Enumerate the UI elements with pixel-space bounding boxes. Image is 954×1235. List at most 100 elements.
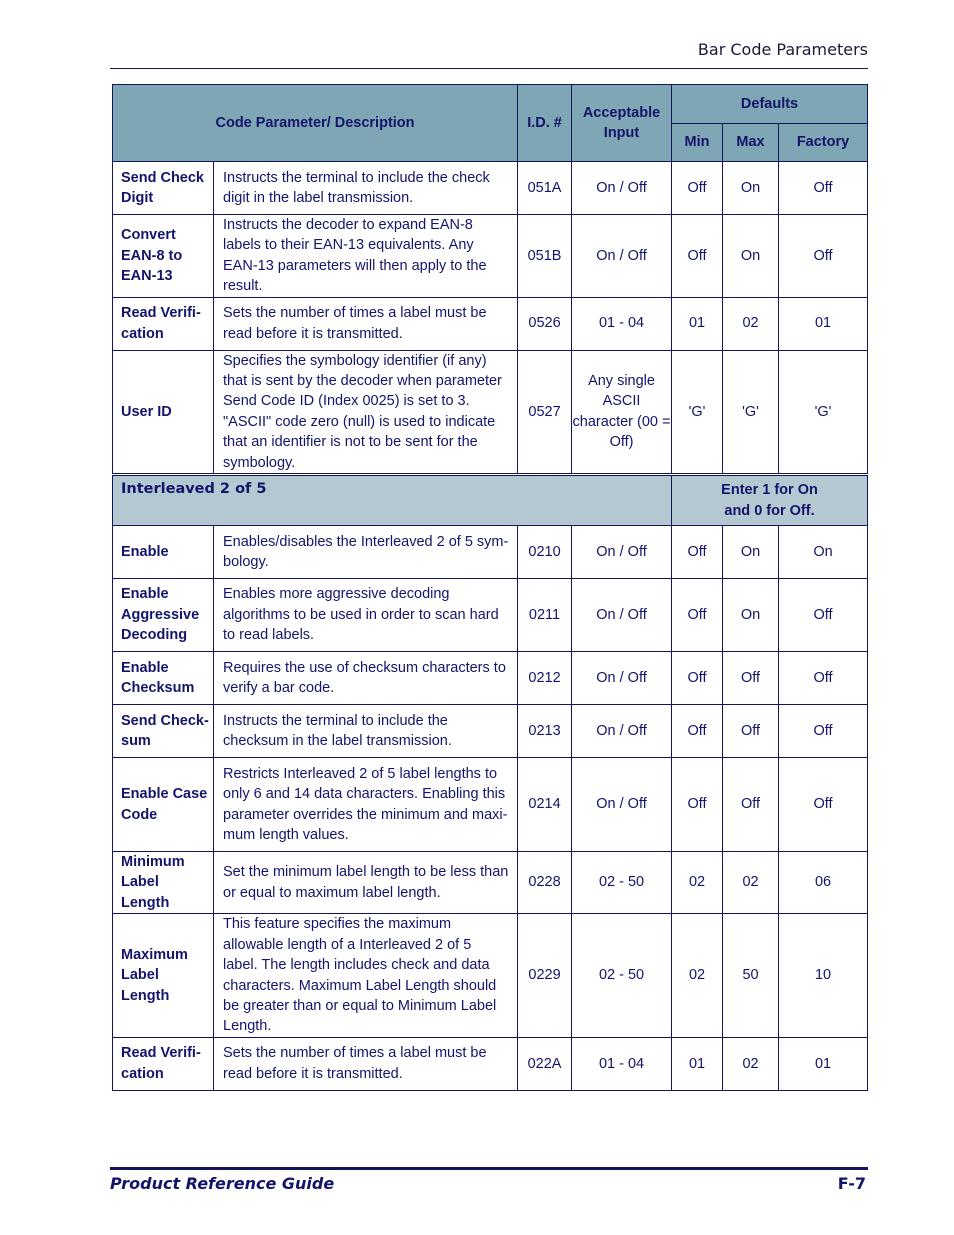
acceptable-input: 02 - 50 [571, 851, 673, 915]
acceptable-input: On / Off [571, 704, 673, 759]
default-max: Off [722, 704, 780, 759]
parameter-description: Specifies the symbology identifier (if a… [212, 349, 519, 476]
parameter-description: Set the minimum label length to be less … [212, 851, 519, 915]
parameter-id: 0211 [517, 578, 573, 653]
default-factory: Off [778, 214, 869, 298]
default-min: 02 [671, 913, 724, 1038]
parameter-name: Convert EAN-8 to EAN-13 [112, 214, 214, 298]
header-rule [110, 68, 868, 69]
default-factory: 'G' [778, 349, 869, 476]
table-row: Send Check-sum Instructs the terminal to … [112, 704, 869, 759]
default-min: 01 [671, 296, 724, 351]
default-factory: Off [778, 578, 869, 653]
default-min: 'G' [671, 349, 724, 476]
header-id: I.D. # [517, 84, 573, 162]
section-title: Interleaved 2 of 5 [111, 473, 673, 527]
default-factory: 06 [778, 851, 869, 915]
parameter-description: Sets the number of times a label must be… [212, 296, 519, 351]
default-min: Off [671, 651, 724, 706]
parameter-name: Enable Checksum [112, 651, 214, 706]
parameter-id: 0526 [517, 296, 573, 351]
default-max: 02 [722, 1036, 780, 1091]
parameter-id: 051A [517, 161, 573, 215]
table-row: Maximum Label Length This feature specifi… [112, 913, 869, 1038]
parameter-name: Read Verifi-cation [112, 296, 214, 351]
parameter-id: 0210 [517, 525, 573, 580]
default-max: 'G' [722, 349, 780, 476]
table-row: Enable Aggressive Decoding Enables more a… [112, 578, 869, 653]
parameter-id: 0527 [517, 349, 573, 476]
header-defaults: Defaults [671, 84, 869, 124]
default-max: 02 [722, 851, 780, 915]
default-factory: 01 [778, 296, 869, 351]
header-acceptable-input: Acceptable Input [571, 84, 673, 162]
parameter-name: Minimum Label Length [112, 851, 214, 915]
header-max: Max [722, 123, 780, 162]
default-factory: Off [778, 651, 869, 706]
default-factory: Off [778, 704, 869, 759]
table-row: Minimum Label Length Set the minimum labe… [112, 851, 869, 915]
table-row: Convert EAN-8 to EAN-13 Instructs the dec… [112, 214, 869, 298]
parameter-id: 0228 [517, 851, 573, 915]
default-max: On [722, 214, 780, 298]
table-row: Enable Enables/disables the Interleaved 2… [112, 525, 869, 580]
running-header-title: Bar Code Parameters [697, 40, 868, 59]
section-note: Enter 1 for On and 0 for Off. [671, 473, 869, 527]
default-min: 02 [671, 851, 724, 915]
header-factory: Factory [778, 123, 869, 162]
default-max: Off [722, 651, 780, 706]
acceptable-input: On / Off [571, 757, 673, 853]
acceptable-input: On / Off [571, 578, 673, 653]
parameter-name: Read Verifi-cation [112, 1036, 214, 1091]
default-min: Off [671, 161, 724, 215]
default-factory: Off [778, 161, 869, 215]
acceptable-input: 01 - 04 [571, 1036, 673, 1091]
parameter-id: 0214 [517, 757, 573, 853]
parameter-name: Maximum Label Length [112, 913, 214, 1038]
default-min: Off [671, 214, 724, 298]
acceptable-input: On / Off [571, 161, 673, 215]
acceptable-input: On / Off [571, 651, 673, 706]
parameter-name: User ID [112, 349, 214, 476]
default-min: Off [671, 578, 724, 653]
acceptable-input: On / Off [571, 214, 673, 298]
table-row: Enable Checksum Requires the use of check… [112, 651, 869, 706]
table-row: Enable Case Code Restricts Interleaved 2 … [112, 757, 869, 853]
default-max: 02 [722, 296, 780, 351]
table-row: User ID Specifies the symbology identifie… [112, 349, 869, 476]
default-min: Off [671, 704, 724, 759]
default-min: Off [671, 757, 724, 853]
acceptable-input: Any single ASCII character (00 = Off) [571, 349, 673, 476]
acceptable-input: 02 - 50 [571, 913, 673, 1038]
default-max: On [722, 578, 780, 653]
footer-rule [110, 1167, 868, 1170]
parameter-description: Instructs the terminal to include the ch… [212, 161, 519, 215]
footer-page-number: F-7 [837, 1174, 866, 1193]
header-min: Min [671, 123, 724, 162]
default-factory: Off [778, 757, 869, 853]
parameter-description: Requires the use of checksum characters … [212, 651, 519, 706]
footer-guide-title: Product Reference Guide [110, 1174, 335, 1193]
header-code-parameter: Code Parameter/ Description [111, 84, 519, 162]
parameter-description: Restricts Interleaved 2 of 5 label lengt… [212, 757, 519, 853]
acceptable-input: On / Off [571, 525, 673, 580]
parameter-name: Send Check-sum [112, 704, 214, 759]
parameter-description: Enables/disables the Interleaved 2 of 5 … [212, 525, 519, 580]
default-max: On [722, 525, 780, 580]
default-min: Off [671, 525, 724, 580]
parameter-description: Enables more aggressive decoding algorit… [212, 578, 519, 653]
section-note-line-1: Enter 1 for On [721, 482, 818, 499]
parameter-id: 0213 [517, 704, 573, 759]
acceptable-input: 01 - 04 [571, 296, 673, 351]
parameter-description: This feature specifies the maximum allow… [212, 913, 519, 1038]
parameter-description: Instructs the decoder to expand EAN-8 la… [212, 214, 519, 298]
parameter-name: Enable Case Code [112, 757, 214, 853]
default-max: 50 [722, 913, 780, 1038]
parameter-name: Enable [112, 525, 214, 580]
default-max: On [722, 161, 780, 215]
parameter-id: 022A [517, 1036, 573, 1091]
parameter-description: Sets the number of times a label must be… [212, 1036, 519, 1091]
section-row: Interleaved 2 of 5 Enter 1 for On and 0 … [111, 473, 869, 527]
parameter-id: 0229 [517, 913, 573, 1038]
parameter-id: 0212 [517, 651, 573, 706]
